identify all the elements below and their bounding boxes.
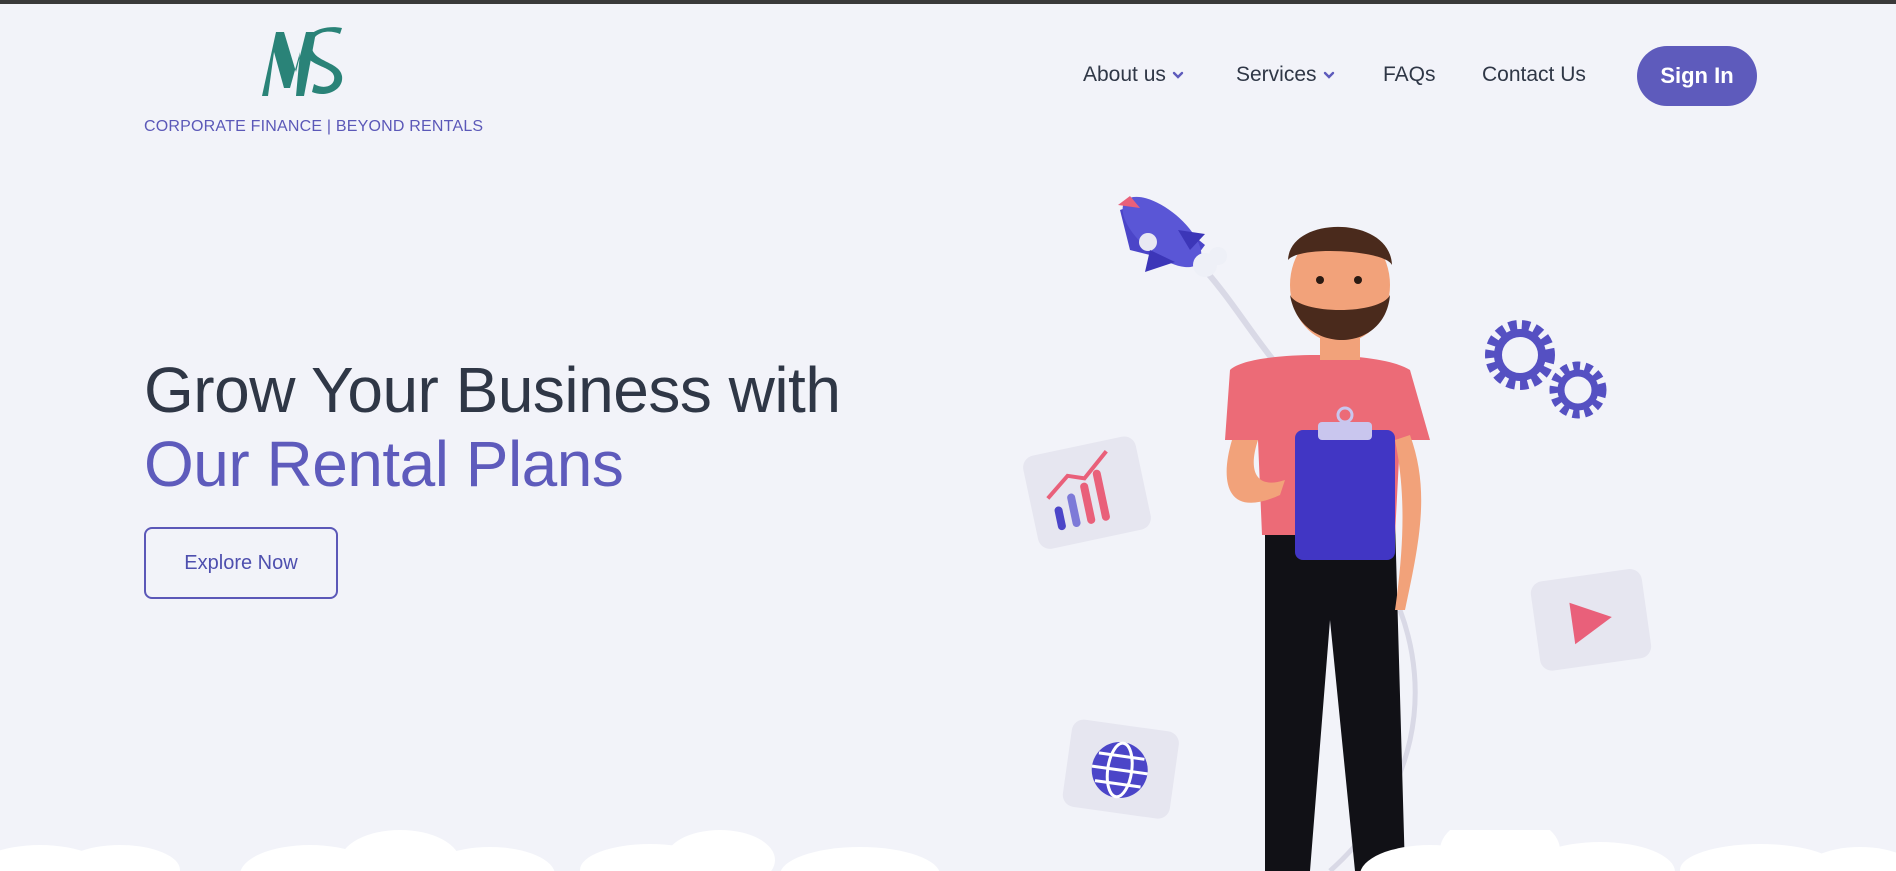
nav-item-services[interactable]: Services	[1236, 58, 1335, 92]
nav-item-about-us[interactable]: About us	[1083, 58, 1184, 92]
globe-card-icon	[1062, 719, 1179, 819]
nav-item-faqs[interactable]: FAQs	[1383, 58, 1436, 92]
chevron-down-icon	[1172, 71, 1184, 79]
top-border	[0, 0, 1896, 4]
chart-card-icon	[1023, 436, 1151, 549]
brand-tagline: CORPORATE FINANCE | BEYOND RENTALS	[144, 118, 484, 135]
explore-now-button[interactable]: Explore Now	[144, 527, 338, 599]
rocket-icon	[1118, 196, 1227, 277]
gears-icon	[1485, 320, 1607, 419]
nav-label: Services	[1236, 63, 1317, 86]
hero-illustration	[1023, 196, 1652, 871]
nav-label: About us	[1083, 63, 1166, 86]
nav-item-contact-us[interactable]: Contact Us	[1482, 58, 1586, 92]
sign-in-button[interactable]: Sign In	[1637, 46, 1757, 106]
play-card-icon	[1530, 569, 1652, 671]
hero-title: Grow Your Business with	[144, 354, 841, 426]
ms-logo[interactable]	[256, 26, 356, 98]
clouds-decoration	[0, 830, 1896, 871]
nav-label: Contact Us	[1482, 63, 1586, 86]
man-with-clipboard	[1225, 226, 1430, 871]
hero-title-highlight: Our Rental Plans	[144, 428, 624, 500]
chevron-down-icon	[1323, 71, 1334, 79]
nav-label: FAQs	[1383, 63, 1436, 86]
